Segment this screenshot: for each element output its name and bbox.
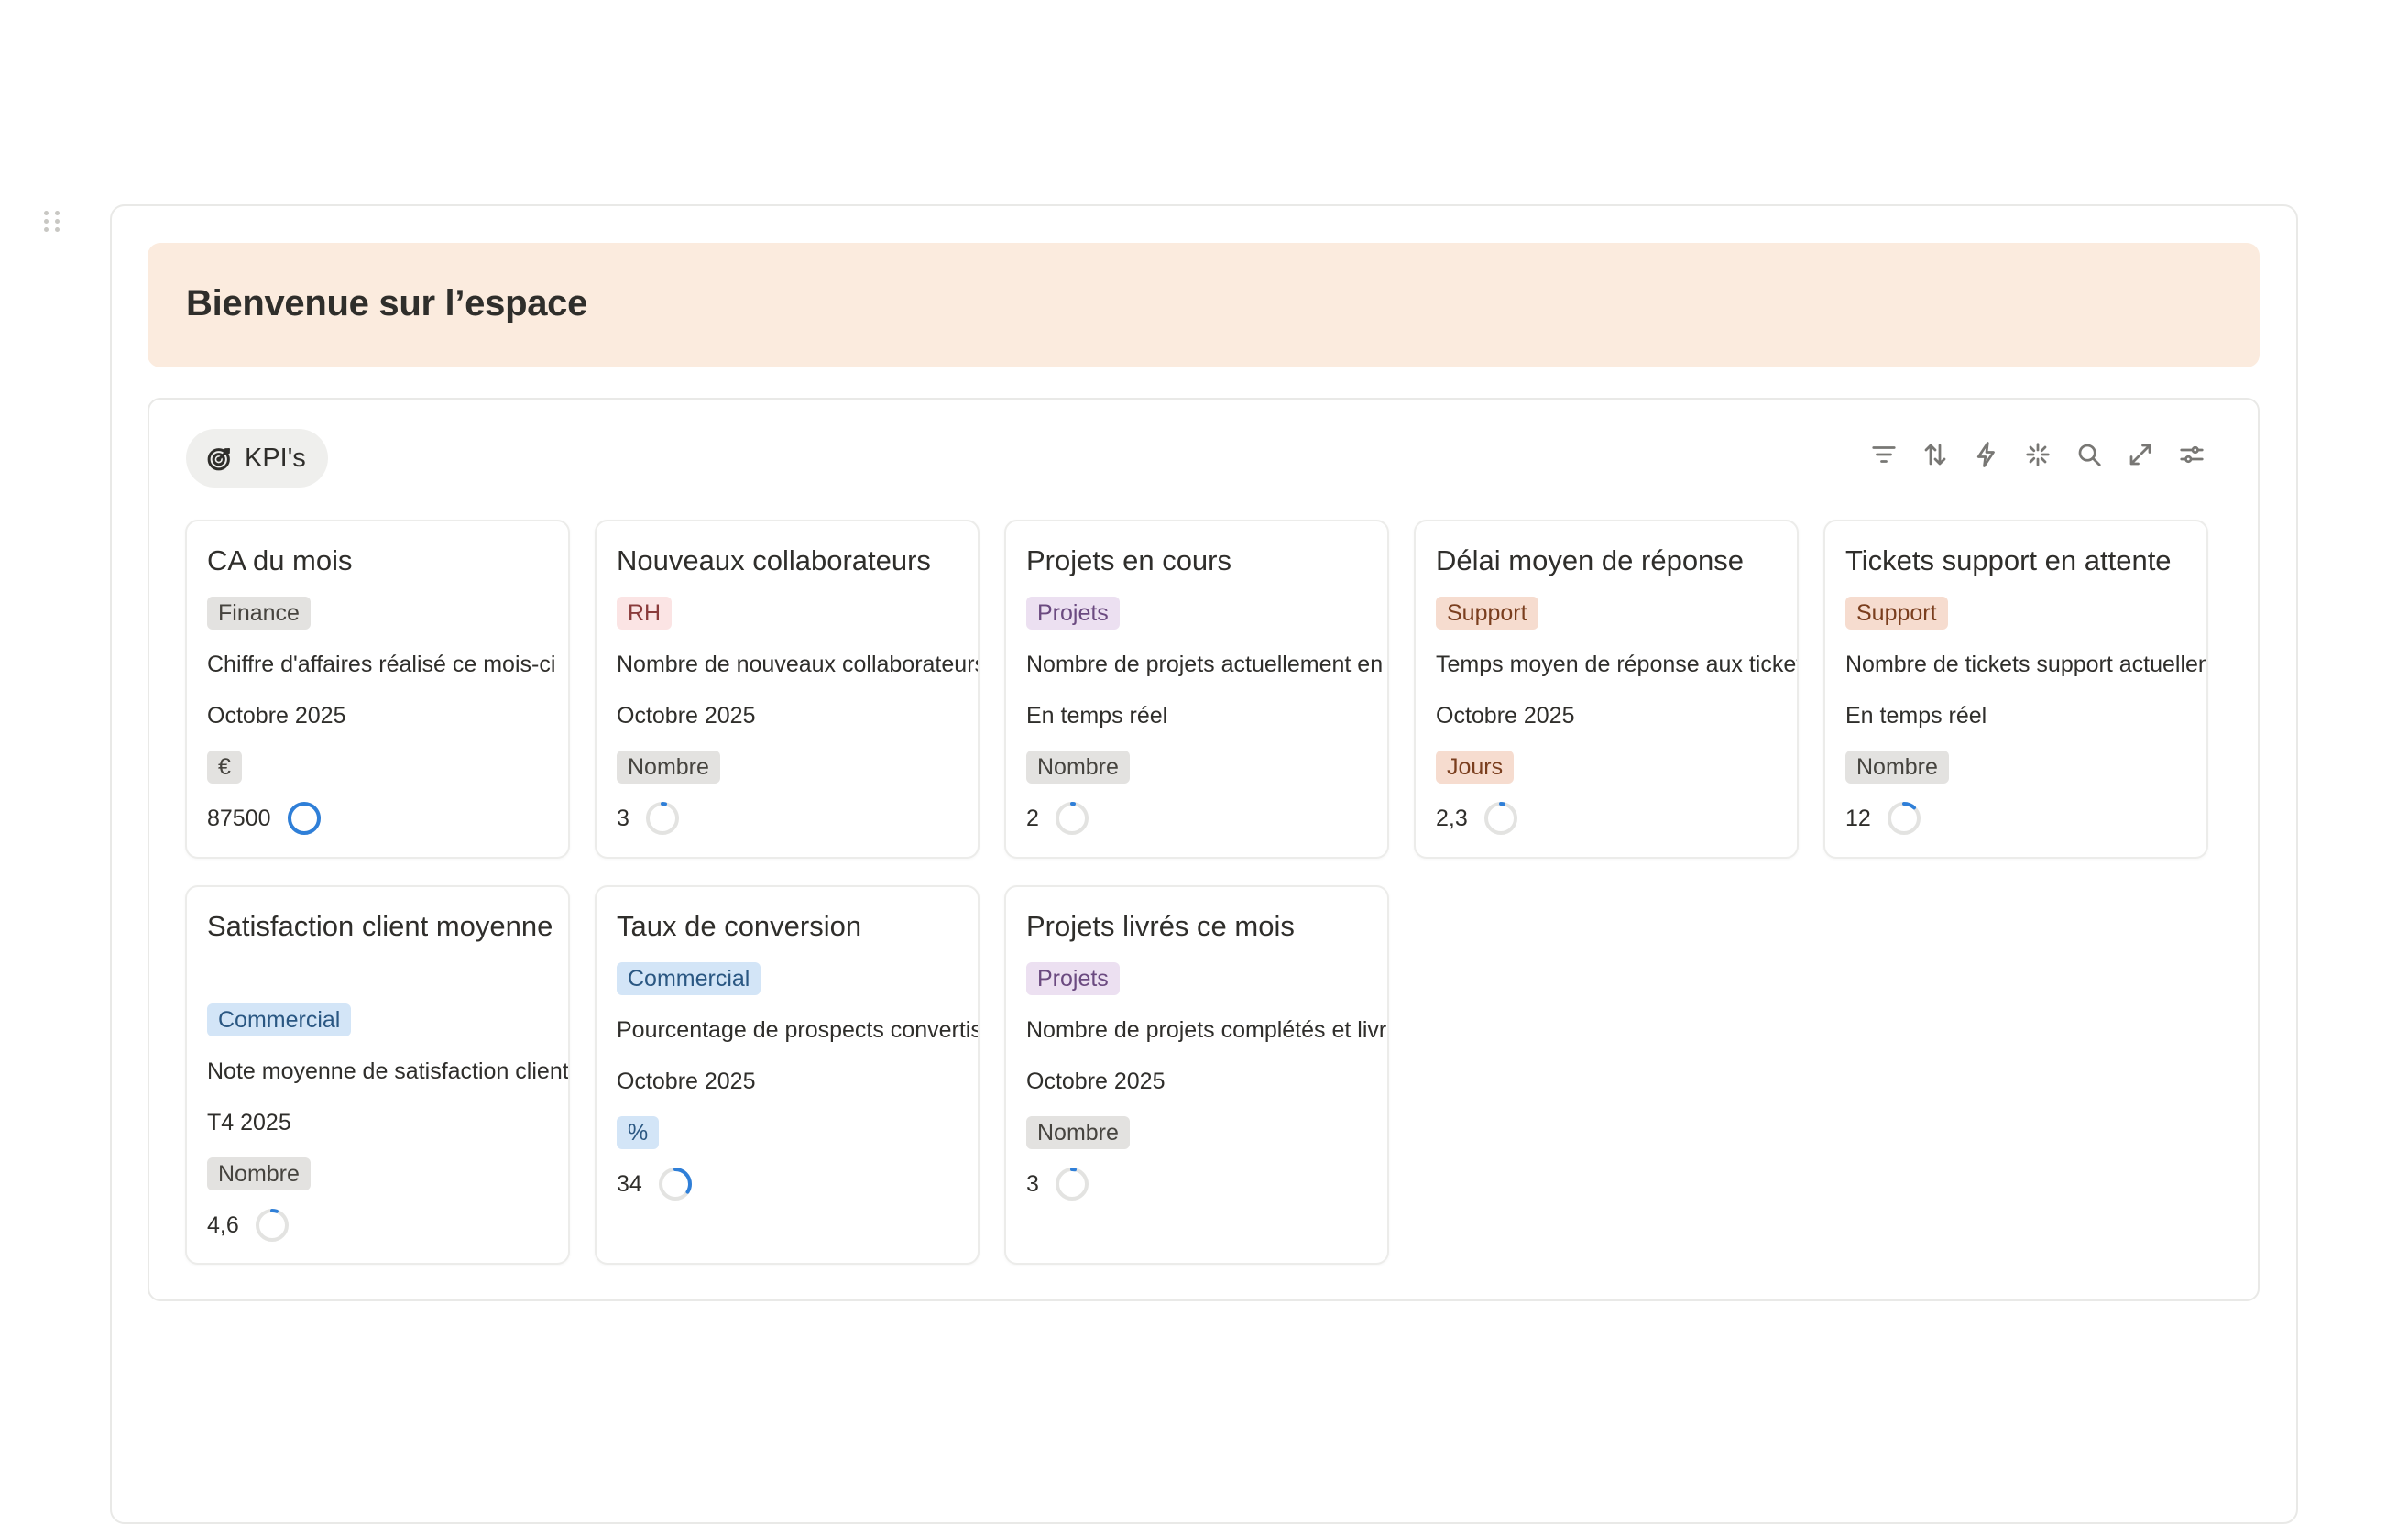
unit-tag: € (207, 751, 242, 784)
settings-sliders-icon[interactable] (2177, 440, 2206, 469)
kpi-period: T4 2025 (207, 1110, 291, 1135)
kpi-period: En temps réel (1845, 703, 1987, 729)
kpi-value-row: 34 (617, 1166, 694, 1202)
progress-ring (1055, 1168, 1089, 1201)
database-toolbar (1869, 440, 2206, 469)
kpi-description: Nombre de projets actuellement en cours (1026, 652, 1387, 677)
kpi-title: Projets en cours (1026, 544, 1231, 576)
kpi-description: Nombre de nouveaux collaborateurs (617, 652, 980, 677)
category-tag: Commercial (617, 962, 761, 995)
progress-ring (1483, 802, 1517, 835)
kpi-value: 2 (1026, 806, 1039, 831)
sort-icon[interactable] (1921, 440, 1950, 469)
progress-arc (287, 802, 321, 835)
unit-tag: % (617, 1116, 660, 1149)
category-tag: Support (1845, 597, 1948, 630)
kpi-value: 2,3 (1436, 806, 1468, 831)
category-tag: Finance (207, 597, 311, 630)
kpi-period: Octobre 2025 (1436, 703, 1575, 729)
progress-ring (255, 1209, 289, 1242)
kpi-card[interactable]: CA du mois Finance Chiffre d'affaires réal… (185, 520, 570, 859)
kpi-title: Taux de conversion (617, 910, 862, 942)
kpi-value-row: 3 (1026, 1166, 1090, 1202)
progress-ring (1887, 802, 1921, 835)
kpi-card[interactable]: Délai moyen de réponse Support Temps moyen… (1414, 520, 1799, 859)
kpi-description: Temps moyen de réponse aux tickets (1436, 652, 1799, 677)
category-tag: Commercial (207, 1003, 352, 1036)
block-drag-handle[interactable] (44, 211, 62, 240)
unit-tag: Nombre (207, 1157, 311, 1190)
unit-tag: Jours (1436, 751, 1515, 784)
expand-icon[interactable] (2126, 440, 2155, 469)
kpi-value: 87500 (207, 806, 271, 831)
category-tag: Support (1436, 597, 1538, 630)
kpi-period: En temps réel (1026, 703, 1168, 729)
kpi-description: Nombre de projets complétés et livrés (1026, 1017, 1389, 1043)
progress-ring (645, 802, 679, 835)
kpi-value: 34 (617, 1171, 642, 1197)
kpi-description: Note moyenne de satisfaction client (207, 1058, 569, 1084)
filter-icon[interactable] (1869, 440, 1899, 469)
view-tab-kpis[interactable]: KPI's (186, 429, 328, 488)
kpi-card[interactable]: Projets livrés ce mois Projets Nombre de p… (1004, 885, 1389, 1265)
kpi-title: Satisfaction client moyenne (207, 910, 553, 942)
kpi-title: Délai moyen de réponse (1436, 544, 1745, 576)
unit-tag: Nombre (1845, 751, 1949, 784)
category-tag: Projets (1026, 597, 1120, 630)
kpi-description: Pourcentage de prospects convertis (617, 1017, 980, 1043)
kpi-title: Tickets support en attente (1845, 544, 2172, 576)
kpi-value-row: 12 (1845, 800, 1922, 837)
kpi-title: Projets livrés ce mois (1026, 910, 1295, 942)
kpi-value: 4,6 (207, 1212, 239, 1238)
unit-tag: Nombre (1026, 751, 1130, 784)
kpi-card[interactable]: Projets en cours Projets Nombre de projets… (1004, 520, 1389, 859)
search-icon[interactable] (2074, 440, 2104, 469)
ai-sparkle-icon[interactable] (2023, 440, 2052, 469)
kpi-period: Octobre 2025 (617, 1069, 756, 1094)
automation-bolt-icon[interactable] (1972, 440, 2001, 469)
progress-ring (658, 1168, 692, 1201)
kpi-description: Chiffre d'affaires réalisé ce mois-ci (207, 652, 556, 677)
unit-tag: Nombre (1026, 1116, 1130, 1149)
category-tag: Projets (1026, 962, 1120, 995)
kpi-value-row: 87500 (207, 800, 323, 837)
kpi-period: Octobre 2025 (207, 703, 346, 729)
kpi-value-row: 2,3 (1436, 800, 1519, 837)
kpi-description: Nombre de tickets support actuellement e… (1845, 652, 2206, 677)
view-tab-label: KPI's (245, 443, 306, 473)
kpi-value: 3 (617, 806, 629, 831)
welcome-title: Bienvenue sur l’espace (186, 283, 588, 323)
kpi-card[interactable]: Tickets support en attente Support Nombre … (1823, 520, 2208, 859)
unit-tag: Nombre (617, 751, 720, 784)
kpi-title: CA du mois (207, 544, 353, 576)
target-icon (207, 448, 230, 471)
progress-ring (287, 802, 321, 835)
kpi-period: Octobre 2025 (1026, 1069, 1166, 1094)
kpi-value-row: 2 (1026, 800, 1090, 837)
kpi-card[interactable]: Taux de conversion Commercial Pourcentage … (595, 885, 980, 1265)
kpi-card[interactable]: Nouveaux collaborateurs RH Nombre de nouve… (595, 520, 980, 859)
kpi-title: Nouveaux collaborateurs (617, 544, 931, 576)
kpi-value: 12 (1845, 806, 1871, 831)
kpi-card[interactable]: Satisfaction client moyenne Commercial Not… (185, 885, 570, 1265)
progress-ring (1055, 802, 1089, 835)
category-tag: RH (617, 597, 673, 630)
kpi-value-row: 4,6 (207, 1207, 290, 1244)
kpi-period: Octobre 2025 (617, 703, 756, 729)
kpi-value: 3 (1026, 1171, 1039, 1197)
welcome-callout: Bienvenue sur l’espace (148, 243, 2260, 367)
kpi-value-row: 3 (617, 800, 681, 837)
